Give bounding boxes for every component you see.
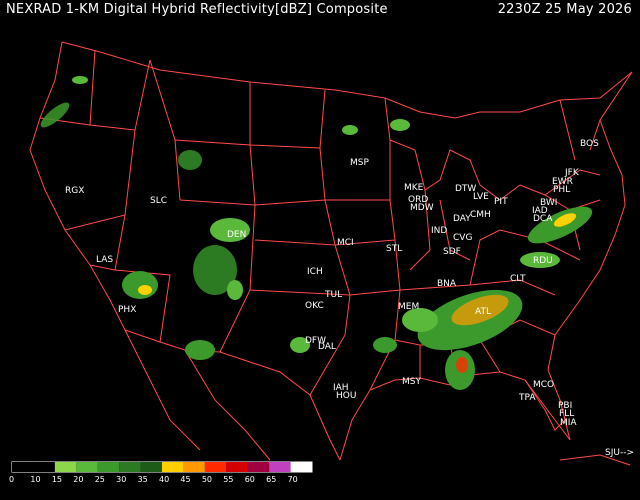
scale-swatch — [204, 462, 227, 472]
city-day: DAY — [453, 214, 471, 224]
scale-swatch — [54, 462, 77, 472]
scale-swatch — [76, 462, 98, 472]
city-stl: STL — [386, 244, 402, 254]
scale-label: 45 — [180, 475, 190, 484]
city-msp: MSP — [350, 158, 369, 168]
city-hou: HOU — [336, 391, 356, 401]
scale-label: 10 — [30, 475, 40, 484]
color-scale: 0 10 15 20 25 30 35 40 45 50 55 60 65 70 — [9, 461, 313, 484]
city-clt: CLT — [510, 274, 526, 284]
city-cmh: CMH — [470, 210, 491, 220]
scale-label: 20 — [73, 475, 83, 484]
city-mia: MIA — [560, 418, 577, 428]
next-region-link[interactable]: SJU--> — [605, 448, 634, 458]
city-slc: SLC — [150, 196, 167, 206]
city-cvg: CVG — [453, 233, 472, 243]
scale-label: 65 — [266, 475, 276, 484]
scale-swatch — [33, 462, 55, 472]
scale-swatch — [162, 462, 184, 472]
city-dal: DAL — [318, 342, 336, 352]
city-phx: PHX — [118, 305, 136, 315]
scale-swatch — [226, 462, 248, 472]
city-mci: MCI — [337, 238, 354, 248]
city-phl: PHL — [553, 185, 570, 195]
scale-label: 50 — [202, 475, 212, 484]
scale-label: 70 — [288, 475, 298, 484]
scale-label: 35 — [138, 475, 148, 484]
scale-swatch — [119, 462, 141, 472]
scale-label: 55 — [223, 475, 233, 484]
city-ich: ICH — [307, 267, 323, 277]
city-sdf: SDF — [443, 247, 461, 257]
scale-swatch — [140, 462, 162, 472]
city-rdu: RDU — [533, 256, 553, 266]
city-bna: BNA — [437, 279, 457, 289]
city-dca: DCA — [533, 214, 553, 224]
scale-swatch — [247, 462, 270, 472]
city-mdw: MDW — [410, 203, 434, 213]
city-atl: ATL — [475, 307, 491, 317]
scale-swatch — [290, 462, 312, 472]
scale-swatch — [12, 462, 34, 472]
city-mco: MCO — [533, 380, 554, 390]
city-rgx: RGX — [65, 186, 84, 196]
city-msy: MSY — [402, 377, 421, 387]
city-pit: PIT — [494, 197, 508, 207]
radar-map: BOS JFK EWR PHL BWI IAD DCA PIT LVE DTW … — [9, 41, 633, 484]
scale-label: 15 — [52, 475, 62, 484]
city-bos: BOS — [580, 139, 599, 149]
city-ind: IND — [431, 226, 447, 236]
city-mem: MEM — [398, 302, 419, 312]
city-las: LAS — [96, 255, 113, 265]
city-dtw: DTW — [455, 184, 476, 194]
scale-swatch — [269, 462, 291, 472]
scale-label: 30 — [116, 475, 126, 484]
city-tpa: TPA — [518, 393, 536, 403]
scale-label: 40 — [159, 475, 169, 484]
scale-label: 0 — [9, 475, 14, 484]
scale-swatch — [183, 462, 205, 472]
scale-label: 25 — [95, 475, 105, 484]
scale-label: 60 — [245, 475, 255, 484]
city-mke: MKE — [404, 183, 424, 193]
scale-swatch — [97, 462, 120, 472]
city-okc: OKC — [305, 301, 324, 311]
city-tul: TUL — [324, 290, 342, 300]
city-den: DEN — [227, 230, 246, 240]
